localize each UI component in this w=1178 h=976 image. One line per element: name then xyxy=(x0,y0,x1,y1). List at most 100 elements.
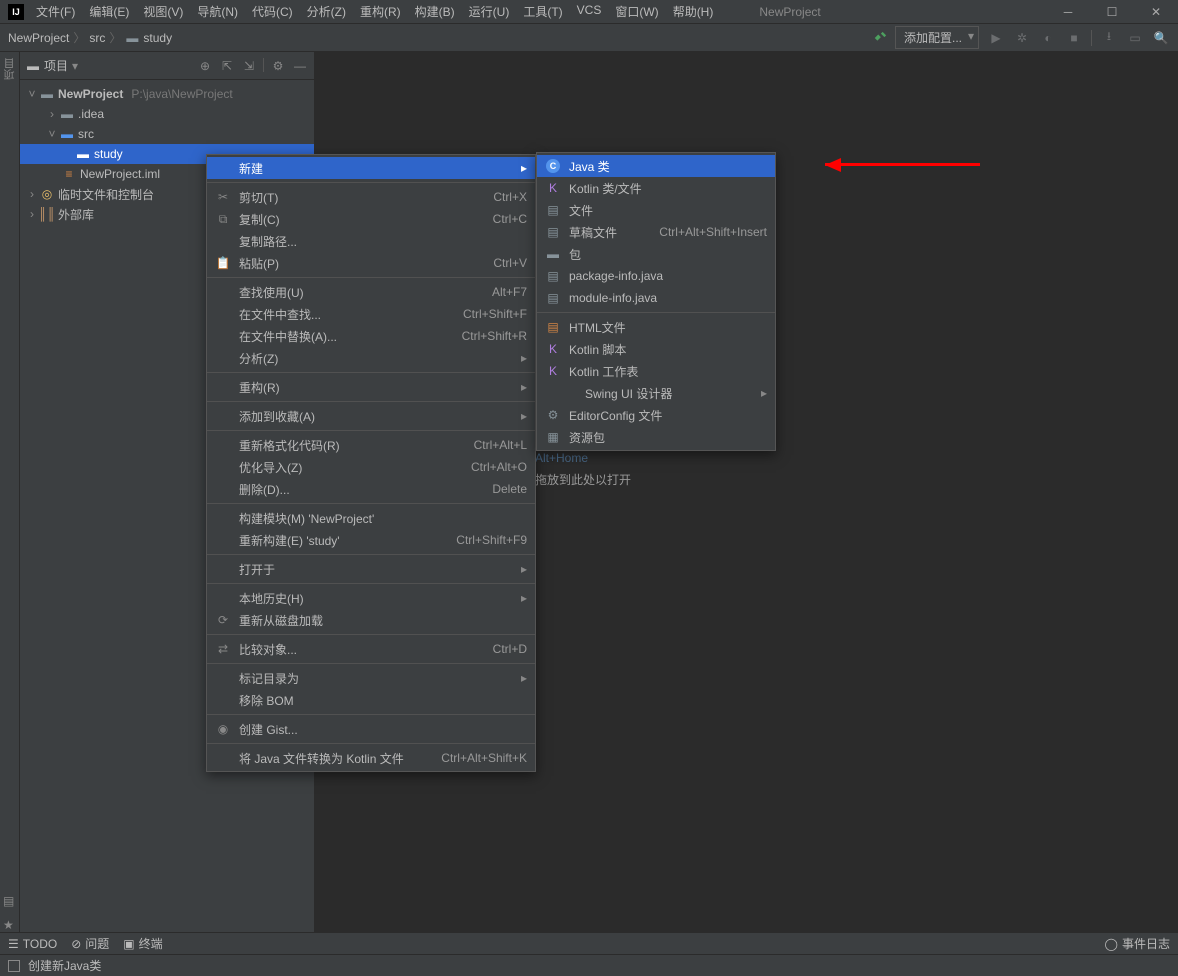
breadcrumb-study[interactable]: study xyxy=(143,31,172,45)
run-button-icon[interactable]: ▶ xyxy=(987,29,1005,47)
tree-root[interactable]: ˅ ▬ NewProject P:\java\NewProject xyxy=(20,84,314,104)
menu-item[interactable]: 将 Java 文件转换为 Kotlin 文件Ctrl+Alt+Shift+K xyxy=(207,747,535,769)
menu-item[interactable]: ▦资源包 xyxy=(537,426,775,448)
menu-item[interactable]: 删除(D)...Delete xyxy=(207,478,535,500)
menu-item[interactable]: Swing UI 设计器▸ xyxy=(537,382,775,404)
menu-item[interactable]: 重构(R)▸ xyxy=(207,376,535,398)
context-menu[interactable]: 新建▸ ✂剪切(T)Ctrl+X⧉复制(C)Ctrl+C复制路径...📋粘贴(P)… xyxy=(206,154,536,772)
menu-item[interactable]: KKotlin 脚本 xyxy=(537,338,775,360)
menu-item[interactable]: ⚙EditorConfig 文件 xyxy=(537,404,775,426)
menu-item[interactable]: 新建▸ xyxy=(207,157,535,179)
chevron-down-icon[interactable]: ˅ xyxy=(48,127,56,141)
gutter-project-tab[interactable]: 项目 xyxy=(2,58,18,80)
maximize-button[interactable]: ☐ xyxy=(1090,0,1134,24)
menu-item[interactable]: 在文件中查找...Ctrl+Shift+F xyxy=(207,303,535,325)
menu-item-label: 复制(C) xyxy=(239,211,485,228)
breadcrumb[interactable]: NewProject 〉 src 〉 ▬ study xyxy=(8,29,172,46)
menu-vcs[interactable]: VCS xyxy=(571,0,608,23)
file-icon: ▤ xyxy=(545,290,561,306)
menu-item[interactable]: KKotlin 类/文件 xyxy=(537,177,775,199)
search-everywhere-icon[interactable]: 🔍 xyxy=(1152,29,1170,47)
todo-tab[interactable]: ☰TODO xyxy=(8,937,57,951)
menu-item[interactable]: ⧉复制(C)Ctrl+C xyxy=(207,208,535,230)
run-config-dropdown[interactable]: 添加配置... ▾ xyxy=(895,26,979,49)
menu-item[interactable]: ▤HTML文件 xyxy=(537,316,775,338)
menu-build[interactable]: 构建(B) xyxy=(409,0,461,23)
menu-tools[interactable]: 工具(T) xyxy=(517,0,568,23)
chevron-right-icon[interactable]: › xyxy=(28,207,36,221)
panel-title[interactable]: 项目 xyxy=(44,57,68,74)
menu-item[interactable]: 添加到收藏(A)▸ xyxy=(207,405,535,427)
chevron-down-icon[interactable]: ˅ xyxy=(28,87,36,101)
menu-analyze[interactable]: 分析(Z) xyxy=(301,0,352,23)
menu-item[interactable]: 本地历史(H)▸ xyxy=(207,587,535,609)
hide-panel-icon[interactable]: — xyxy=(292,58,308,74)
problems-tab[interactable]: ⊘问题 xyxy=(71,935,109,952)
favorites-tab-icon[interactable]: ★ xyxy=(3,918,17,932)
menu-item[interactable]: 复制路径... xyxy=(207,230,535,252)
menu-view[interactable]: 视图(V) xyxy=(137,0,189,23)
menu-item[interactable]: 重新构建(E) 'study'Ctrl+Shift+F9 xyxy=(207,529,535,551)
layout-icon[interactable]: ▭ xyxy=(1126,29,1144,47)
chevron-down-icon[interactable]: ▾ xyxy=(72,59,78,73)
build-hammer-icon[interactable] xyxy=(873,31,887,45)
menu-item[interactable]: KKotlin 工作表 xyxy=(537,360,775,382)
menu-item-label: 包 xyxy=(569,246,767,263)
menu-refactor[interactable]: 重构(R) xyxy=(354,0,407,23)
tree-src[interactable]: ˅ ▬ src xyxy=(20,124,314,144)
debug-button-icon[interactable]: ✲ xyxy=(1013,29,1031,47)
menu-item-label: 草稿文件 xyxy=(569,224,651,241)
menu-item-label: Kotlin 类/文件 xyxy=(569,180,767,197)
menu-item[interactable]: 分析(Z)▸ xyxy=(207,347,535,369)
chevron-right-icon[interactable]: › xyxy=(28,187,36,201)
shortcut-label: Ctrl+Shift+F xyxy=(463,307,527,321)
menu-item[interactable]: ▤草稿文件Ctrl+Alt+Shift+Insert xyxy=(537,221,775,243)
minimize-button[interactable]: ─ xyxy=(1046,0,1090,24)
blank-icon xyxy=(215,350,231,366)
stop-button-icon[interactable]: ■ xyxy=(1065,29,1083,47)
menu-item[interactable]: ▤package-info.java xyxy=(537,265,775,287)
menu-item[interactable]: ◉创建 Gist... xyxy=(207,718,535,740)
structure-tab-icon[interactable]: ▤ xyxy=(3,894,17,908)
menu-code[interactable]: 代码(C) xyxy=(246,0,299,23)
menu-file[interactable]: 文件(F) xyxy=(30,0,81,23)
bottom-tool-strip: ☰TODO ⊘问题 ▣终端 ◯事件日志 xyxy=(0,932,1178,954)
menu-item[interactable]: ⇄比较对象...Ctrl+D xyxy=(207,638,535,660)
terminal-tab[interactable]: ▣终端 xyxy=(123,935,162,952)
tree-idea[interactable]: › ▬ .idea xyxy=(20,104,314,124)
event-log-tab[interactable]: ◯事件日志 xyxy=(1105,935,1170,952)
menu-item[interactable]: 打开于▸ xyxy=(207,558,535,580)
menu-navigate[interactable]: 导航(N) xyxy=(191,0,244,23)
menu-item[interactable]: 在文件中替换(A)...Ctrl+Shift+R xyxy=(207,325,535,347)
menu-item[interactable]: ▤module-info.java xyxy=(537,287,775,309)
menu-item[interactable]: ▤文件 xyxy=(537,199,775,221)
update-icon[interactable]: ⭳ xyxy=(1100,29,1118,47)
close-window-button[interactable]: ✕ xyxy=(1134,0,1178,24)
locate-icon[interactable]: ⊕ xyxy=(197,58,213,74)
menu-item[interactable]: 构建模块(M) 'NewProject' xyxy=(207,507,535,529)
chevron-right-icon[interactable]: › xyxy=(48,107,56,121)
menu-item[interactable]: ⟳重新从磁盘加载 xyxy=(207,609,535,631)
expand-all-icon[interactable]: ⇱ xyxy=(219,58,235,74)
tool-windows-icon[interactable] xyxy=(8,960,20,972)
menu-item[interactable]: 优化导入(Z)Ctrl+Alt+O xyxy=(207,456,535,478)
menu-item[interactable]: ▬包 xyxy=(537,243,775,265)
gear-icon[interactable]: ⚙ xyxy=(270,58,286,74)
breadcrumb-project[interactable]: NewProject xyxy=(8,31,69,45)
menu-run[interactable]: 运行(U) xyxy=(463,0,516,23)
menu-help[interactable]: 帮助(H) xyxy=(667,0,720,23)
menu-item[interactable]: 移除 BOM xyxy=(207,689,535,711)
collapse-all-icon[interactable]: ⇲ xyxy=(241,58,257,74)
menu-item[interactable]: 重新格式化代码(R)Ctrl+Alt+L xyxy=(207,434,535,456)
diff-icon: ⇄ xyxy=(215,641,231,657)
menu-item[interactable]: 查找使用(U)Alt+F7 xyxy=(207,281,535,303)
coverage-button-icon[interactable]: ◐ xyxy=(1039,29,1057,47)
menu-item[interactable]: ✂剪切(T)Ctrl+X xyxy=(207,186,535,208)
breadcrumb-src[interactable]: src xyxy=(89,31,105,45)
new-submenu[interactable]: CJava 类KKotlin 类/文件▤文件▤草稿文件Ctrl+Alt+Shif… xyxy=(536,152,776,451)
menu-window[interactable]: 窗口(W) xyxy=(609,0,664,23)
menu-item[interactable]: CJava 类 xyxy=(537,155,775,177)
menu-item[interactable]: 标记目录为▸ xyxy=(207,667,535,689)
menu-item[interactable]: 📋粘贴(P)Ctrl+V xyxy=(207,252,535,274)
menu-edit[interactable]: 编辑(E) xyxy=(83,0,135,23)
